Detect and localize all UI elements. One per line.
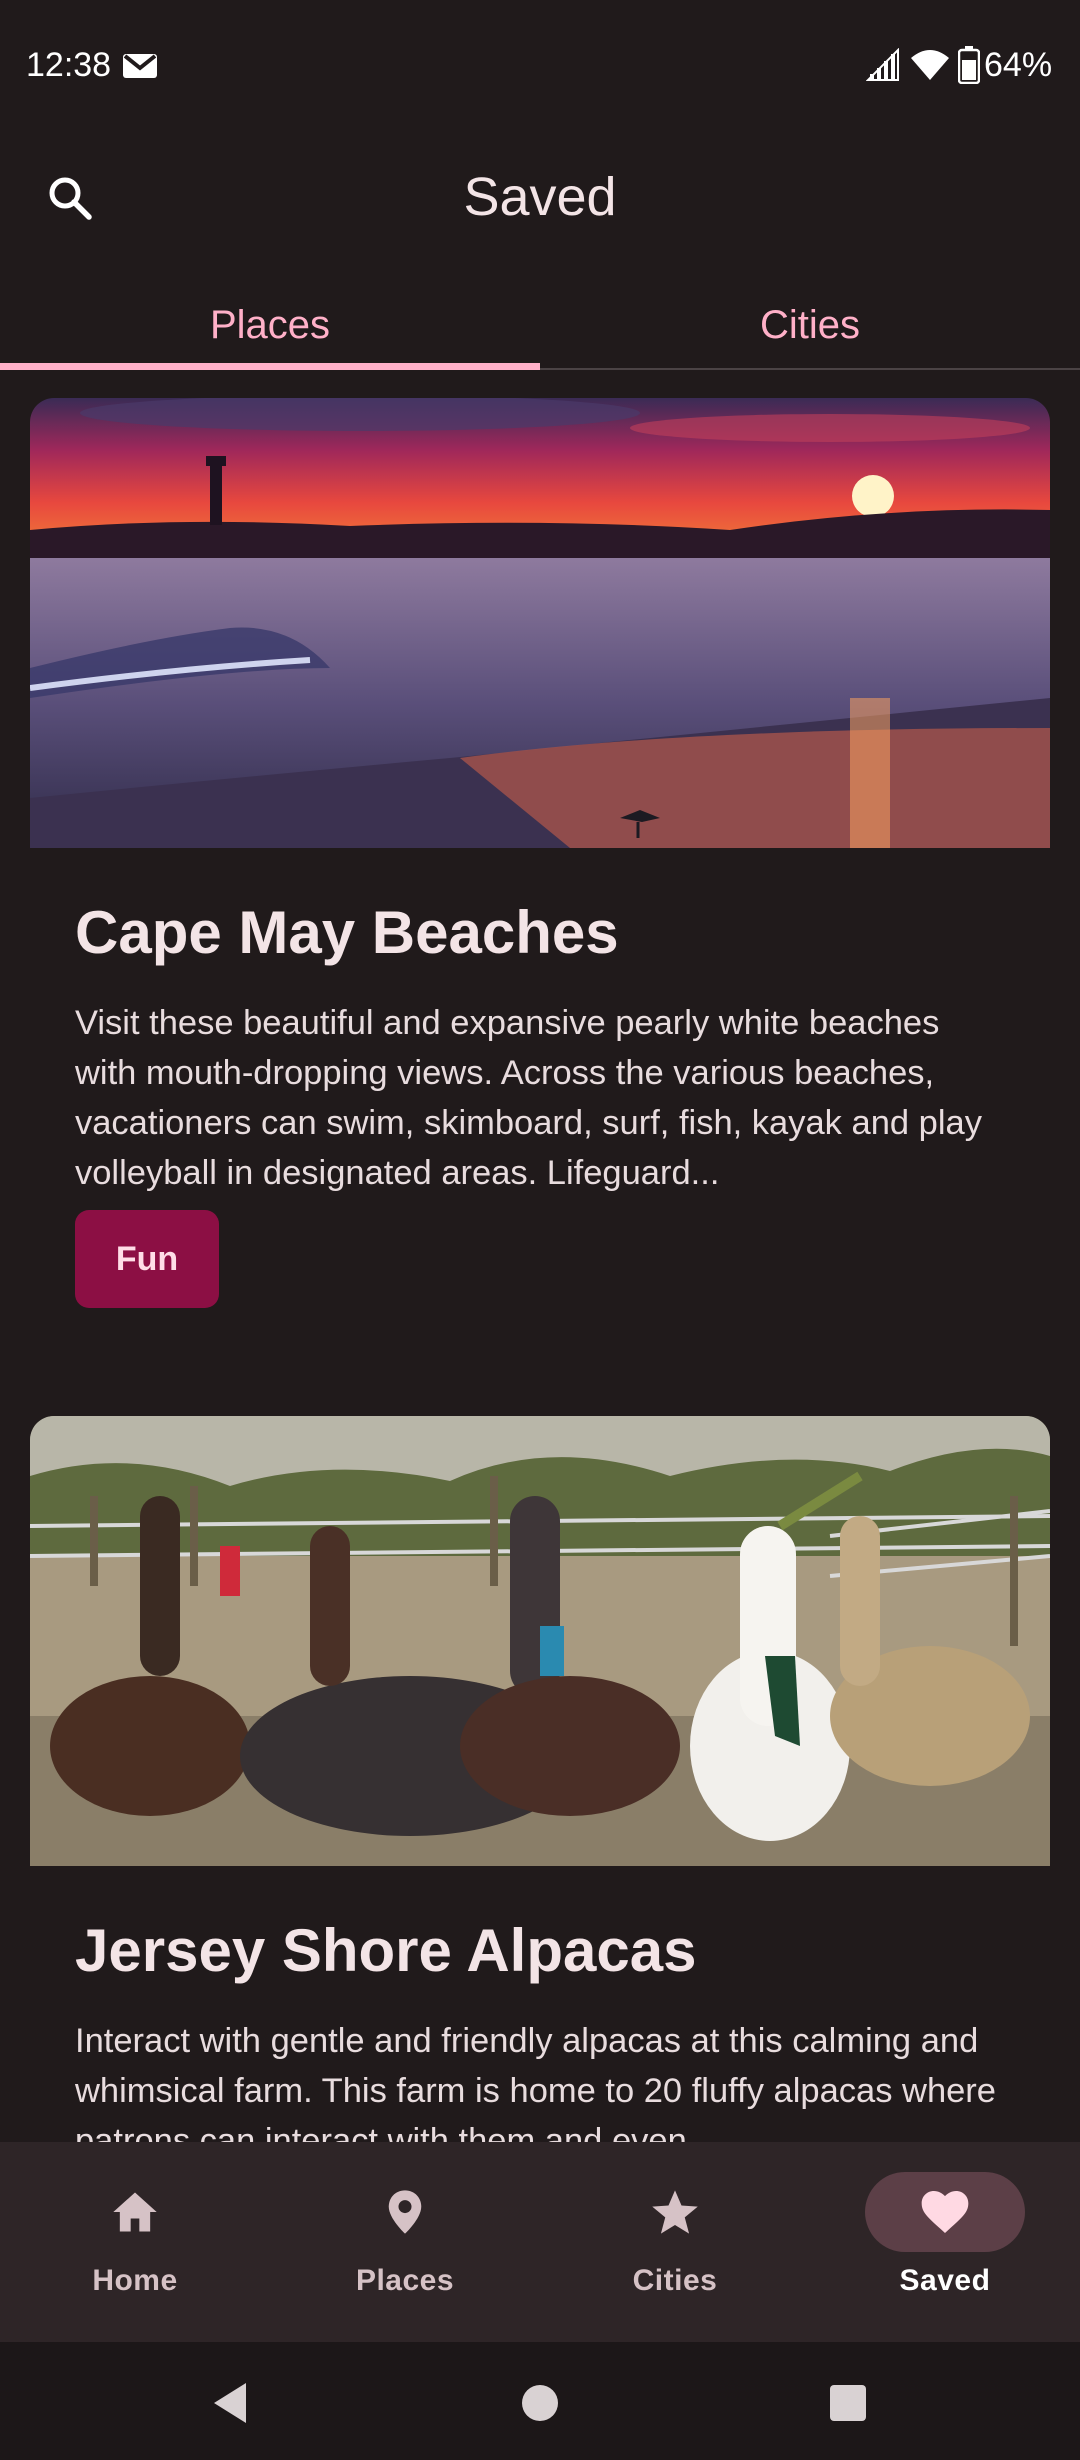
tab-places[interactable]: Places (0, 280, 540, 370)
recents-button[interactable] (823, 2378, 873, 2428)
battery-percent: 64% (984, 46, 1053, 84)
tab-indicator (0, 363, 540, 370)
place-pin-icon (388, 2190, 422, 2234)
place-image-alpacas (30, 1416, 1050, 1866)
nav-item-cities[interactable]: Cities (540, 2142, 810, 2342)
top-app-bar: Saved (0, 130, 1080, 264)
page-title: Saved (463, 167, 617, 227)
place-title: Jersey Shore Alpacas (75, 1917, 697, 1984)
bottom-navigation: Home Places Cities Saved (0, 2142, 1080, 2342)
system-navigation-bar (0, 2342, 1080, 2460)
nav-label-saved: Saved (899, 2264, 991, 2297)
status-bar: 12:38 64% (0, 0, 1080, 130)
system-home-button[interactable] (515, 2378, 565, 2428)
home-circle-icon (522, 2385, 558, 2421)
status-time: 12:38 (26, 46, 112, 84)
place-description: Interact with gentle and friendly alpaca… (75, 2022, 996, 2142)
nav-label-places: Places (355, 2264, 455, 2297)
place-description: Visit these beautiful and expansive pear… (75, 1004, 982, 1192)
nav-label-home: Home (92, 2264, 178, 2297)
nav-pill (595, 2172, 755, 2252)
signal-icon (866, 48, 899, 81)
nav-item-places[interactable]: Places (270, 2142, 540, 2342)
nav-pill-active (865, 2172, 1025, 2252)
nav-pill (55, 2172, 215, 2252)
nav-label-cities: Cities (632, 2264, 718, 2297)
nav-pill (325, 2172, 485, 2252)
place-card[interactable]: Cape May Beaches Visit these beautiful a… (30, 398, 1050, 1308)
battery-icon (958, 46, 980, 84)
saved-places-list[interactable]: Cape May Beaches Visit these beautiful a… (0, 372, 1080, 2142)
wifi-icon (911, 50, 949, 80)
star-icon (652, 2190, 698, 2234)
place-card[interactable]: Jersey Shore Alpacas Interact with gentl… (30, 1416, 1050, 2142)
tab-row: Places Cities (0, 280, 1080, 370)
nav-item-saved[interactable]: Saved (810, 2142, 1080, 2342)
mail-icon (123, 54, 157, 78)
recents-icon (830, 2385, 866, 2421)
heart-icon (921, 2191, 969, 2233)
place-title: Cape May Beaches (75, 899, 619, 966)
back-icon (214, 2383, 246, 2423)
category-chip[interactable]: Fun (75, 1210, 219, 1308)
back-button[interactable] (205, 2378, 255, 2428)
place-image-beach (30, 398, 1050, 848)
tab-cities[interactable]: Cities (540, 280, 1080, 370)
nav-item-home[interactable]: Home (0, 2142, 270, 2342)
home-icon (113, 2192, 157, 2232)
